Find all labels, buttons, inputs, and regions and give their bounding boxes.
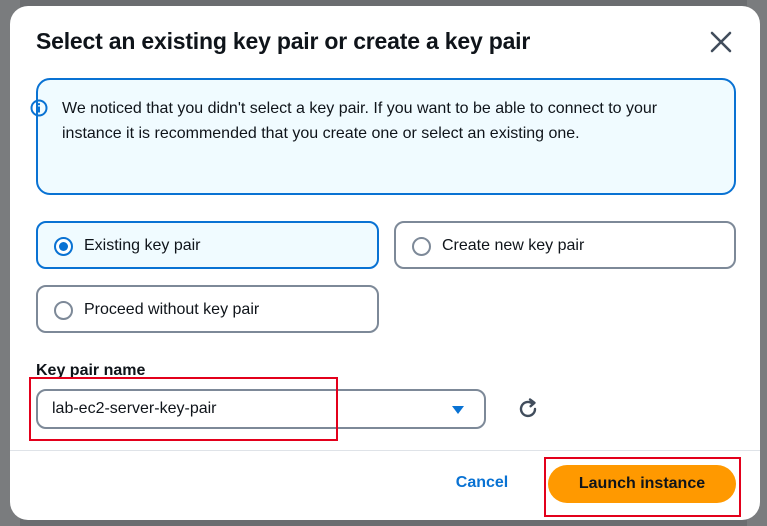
info-icon xyxy=(30,99,48,117)
info-alert-text: We noticed that you didn't select a key … xyxy=(62,100,658,142)
option-existing-key-pair[interactable]: Existing key pair xyxy=(36,221,379,269)
key-pair-modal: Select an existing key pair or create a … xyxy=(10,6,760,520)
radio-proceed-without-key-pair[interactable] xyxy=(54,301,73,320)
close-button[interactable] xyxy=(707,28,735,56)
option-label: Create new key pair xyxy=(442,237,585,254)
refresh-button[interactable] xyxy=(515,396,541,422)
annotation-highlight-key-pair xyxy=(29,377,338,441)
option-proceed-without-key-pair[interactable]: Proceed without key pair xyxy=(36,285,379,333)
radio-existing-key-pair[interactable] xyxy=(54,237,73,256)
option-create-new-key-pair[interactable]: Create new key pair xyxy=(394,221,736,269)
cancel-button[interactable]: Cancel xyxy=(440,466,524,500)
option-label: Proceed without key pair xyxy=(84,301,260,318)
refresh-icon xyxy=(519,398,537,418)
radio-create-new-key-pair[interactable] xyxy=(412,237,431,256)
footer-divider xyxy=(10,450,760,451)
option-label: Existing key pair xyxy=(84,237,201,254)
close-icon xyxy=(710,31,732,53)
modal-title: Select an existing key pair or create a … xyxy=(36,28,531,54)
annotation-highlight-launch xyxy=(544,457,741,517)
caret-down-icon xyxy=(452,406,464,414)
